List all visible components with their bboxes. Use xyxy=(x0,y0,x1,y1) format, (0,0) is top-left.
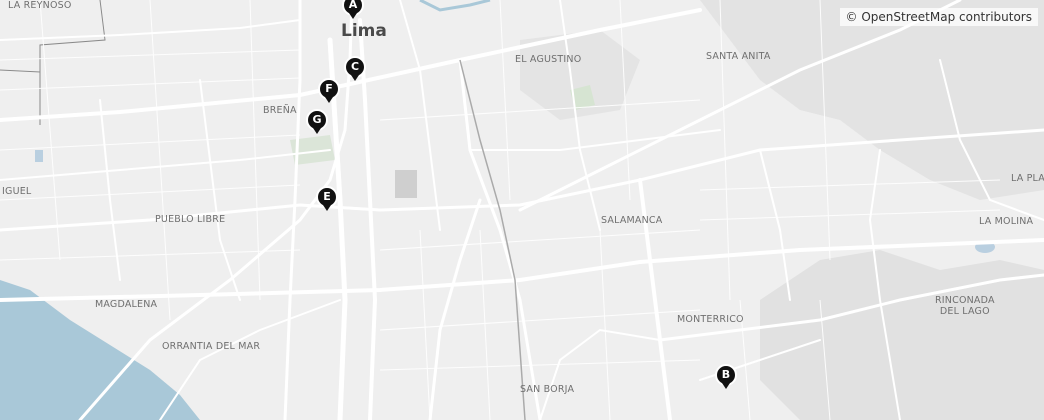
label-la-molina: LA MOLINA xyxy=(979,216,1034,227)
map-attribution[interactable]: © OpenStreetMap contributors xyxy=(839,8,1038,26)
marker-b[interactable]: B xyxy=(714,364,738,394)
label-el-agustino: EL AGUSTINO xyxy=(515,54,582,65)
label-brena: BREÑA xyxy=(263,105,297,116)
marker-c[interactable]: C xyxy=(343,56,367,86)
marker-e-tip xyxy=(323,205,331,211)
label-magdalena: MAGDALENA xyxy=(95,299,158,310)
label-miguel: IGUEL xyxy=(2,186,32,197)
marker-c-tip xyxy=(351,75,359,81)
label-la-reynoso: LA REYNOSO xyxy=(8,0,72,11)
marker-f-tip xyxy=(325,97,333,103)
marker-g-tip xyxy=(313,128,321,134)
label-lima: Lima xyxy=(341,21,387,41)
label-san-borja: SAN BORJA xyxy=(520,384,575,395)
label-la-plan: LA PLAN xyxy=(1011,173,1044,184)
marker-e[interactable]: E xyxy=(315,186,339,216)
marker-g[interactable]: G xyxy=(305,109,329,139)
label-salamanca: SALAMANCA xyxy=(601,215,663,226)
label-pueblo-libre: PUEBLO LIBRE xyxy=(155,214,226,225)
marker-a[interactable]: A xyxy=(341,0,365,24)
map-canvas[interactable]: LA REYNOSO Lima EL AGUSTINO SANTA ANITA … xyxy=(0,0,1044,420)
label-rinconada: RINCONADA DEL LAGO xyxy=(935,295,995,317)
label-orrantia: ORRANTIA DEL MAR xyxy=(162,341,261,352)
label-santa-anita: SANTA ANITA xyxy=(706,51,771,62)
label-monterrico: MONTERRICO xyxy=(677,314,744,325)
marker-b-tip xyxy=(722,383,730,389)
marker-a-tip xyxy=(349,13,357,19)
marker-f[interactable]: F xyxy=(317,78,341,108)
